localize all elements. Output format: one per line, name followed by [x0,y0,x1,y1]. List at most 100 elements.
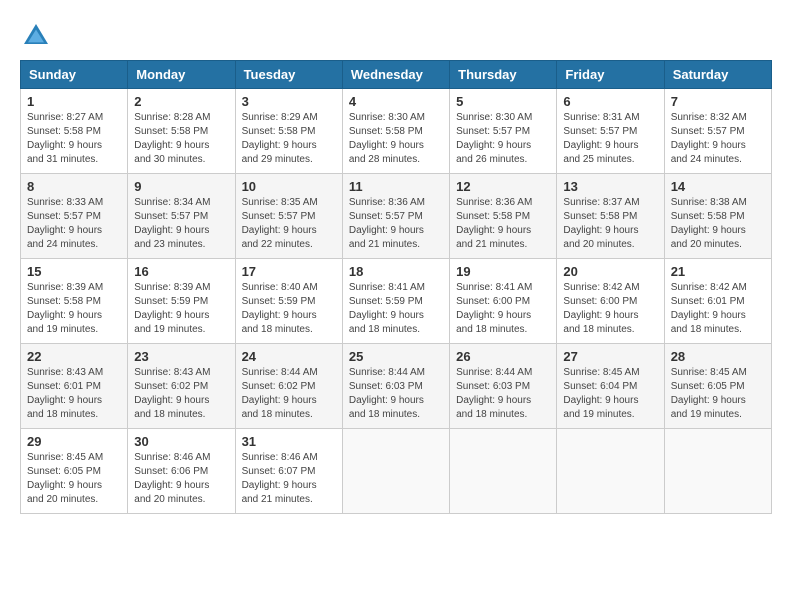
calendar-cell: 21 Sunrise: 8:42 AMSunset: 6:01 PMDaylig… [664,259,771,344]
calendar-header-row: SundayMondayTuesdayWednesdayThursdayFrid… [21,61,772,89]
calendar-cell: 9 Sunrise: 8:34 AMSunset: 5:57 PMDayligh… [128,174,235,259]
day-info: Sunrise: 8:46 AMSunset: 6:06 PMDaylight:… [134,452,210,505]
day-info: Sunrise: 8:44 AMSunset: 6:03 PMDaylight:… [456,367,532,420]
day-number: 27 [563,349,657,364]
column-header-monday: Monday [128,61,235,89]
column-header-friday: Friday [557,61,664,89]
column-header-tuesday: Tuesday [235,61,342,89]
calendar-cell [557,429,664,514]
day-number: 10 [242,179,336,194]
day-number: 3 [242,94,336,109]
calendar-week-row: 15 Sunrise: 8:39 AMSunset: 5:58 PMDaylig… [21,259,772,344]
calendar-cell [664,429,771,514]
day-info: Sunrise: 8:41 AMSunset: 5:59 PMDaylight:… [349,282,425,335]
day-info: Sunrise: 8:45 AMSunset: 6:04 PMDaylight:… [563,367,639,420]
day-number: 21 [671,264,765,279]
day-number: 5 [456,94,550,109]
day-info: Sunrise: 8:39 AMSunset: 5:58 PMDaylight:… [27,282,103,335]
day-number: 12 [456,179,550,194]
day-number: 9 [134,179,228,194]
day-info: Sunrise: 8:33 AMSunset: 5:57 PMDaylight:… [27,197,103,250]
day-info: Sunrise: 8:43 AMSunset: 6:01 PMDaylight:… [27,367,103,420]
calendar-cell: 7 Sunrise: 8:32 AMSunset: 5:57 PMDayligh… [664,89,771,174]
day-number: 15 [27,264,121,279]
day-number: 22 [27,349,121,364]
day-number: 28 [671,349,765,364]
column-header-wednesday: Wednesday [342,61,449,89]
calendar-cell: 22 Sunrise: 8:43 AMSunset: 6:01 PMDaylig… [21,344,128,429]
day-info: Sunrise: 8:44 AMSunset: 6:03 PMDaylight:… [349,367,425,420]
day-info: Sunrise: 8:30 AMSunset: 5:58 PMDaylight:… [349,112,425,165]
calendar-cell: 10 Sunrise: 8:35 AMSunset: 5:57 PMDaylig… [235,174,342,259]
day-info: Sunrise: 8:42 AMSunset: 6:01 PMDaylight:… [671,282,747,335]
calendar-cell [342,429,449,514]
day-info: Sunrise: 8:27 AMSunset: 5:58 PMDaylight:… [27,112,103,165]
calendar-cell: 15 Sunrise: 8:39 AMSunset: 5:58 PMDaylig… [21,259,128,344]
calendar-cell: 17 Sunrise: 8:40 AMSunset: 5:59 PMDaylig… [235,259,342,344]
day-info: Sunrise: 8:40 AMSunset: 5:59 PMDaylight:… [242,282,318,335]
day-info: Sunrise: 8:38 AMSunset: 5:58 PMDaylight:… [671,197,747,250]
calendar-week-row: 8 Sunrise: 8:33 AMSunset: 5:57 PMDayligh… [21,174,772,259]
calendar-cell: 26 Sunrise: 8:44 AMSunset: 6:03 PMDaylig… [450,344,557,429]
calendar-cell: 14 Sunrise: 8:38 AMSunset: 5:58 PMDaylig… [664,174,771,259]
calendar-cell [450,429,557,514]
day-info: Sunrise: 8:31 AMSunset: 5:57 PMDaylight:… [563,112,639,165]
day-info: Sunrise: 8:42 AMSunset: 6:00 PMDaylight:… [563,282,639,335]
calendar-cell: 4 Sunrise: 8:30 AMSunset: 5:58 PMDayligh… [342,89,449,174]
day-number: 17 [242,264,336,279]
calendar-cell: 12 Sunrise: 8:36 AMSunset: 5:58 PMDaylig… [450,174,557,259]
day-info: Sunrise: 8:34 AMSunset: 5:57 PMDaylight:… [134,197,210,250]
calendar-cell: 18 Sunrise: 8:41 AMSunset: 5:59 PMDaylig… [342,259,449,344]
calendar-cell: 13 Sunrise: 8:37 AMSunset: 5:58 PMDaylig… [557,174,664,259]
day-number: 6 [563,94,657,109]
day-info: Sunrise: 8:46 AMSunset: 6:07 PMDaylight:… [242,452,318,505]
day-number: 1 [27,94,121,109]
calendar-cell: 16 Sunrise: 8:39 AMSunset: 5:59 PMDaylig… [128,259,235,344]
day-number: 19 [456,264,550,279]
day-info: Sunrise: 8:37 AMSunset: 5:58 PMDaylight:… [563,197,639,250]
calendar-cell: 20 Sunrise: 8:42 AMSunset: 6:00 PMDaylig… [557,259,664,344]
calendar-cell: 27 Sunrise: 8:45 AMSunset: 6:04 PMDaylig… [557,344,664,429]
day-info: Sunrise: 8:32 AMSunset: 5:57 PMDaylight:… [671,112,747,165]
logo [20,20,56,52]
logo-icon [20,20,52,52]
header [20,20,772,52]
calendar-cell: 1 Sunrise: 8:27 AMSunset: 5:58 PMDayligh… [21,89,128,174]
day-number: 23 [134,349,228,364]
day-number: 29 [27,434,121,449]
calendar-cell: 24 Sunrise: 8:44 AMSunset: 6:02 PMDaylig… [235,344,342,429]
day-number: 20 [563,264,657,279]
calendar-cell: 28 Sunrise: 8:45 AMSunset: 6:05 PMDaylig… [664,344,771,429]
day-info: Sunrise: 8:36 AMSunset: 5:58 PMDaylight:… [456,197,532,250]
day-number: 24 [242,349,336,364]
day-info: Sunrise: 8:39 AMSunset: 5:59 PMDaylight:… [134,282,210,335]
calendar-cell: 5 Sunrise: 8:30 AMSunset: 5:57 PMDayligh… [450,89,557,174]
day-info: Sunrise: 8:44 AMSunset: 6:02 PMDaylight:… [242,367,318,420]
day-number: 2 [134,94,228,109]
column-header-thursday: Thursday [450,61,557,89]
day-number: 4 [349,94,443,109]
day-info: Sunrise: 8:45 AMSunset: 6:05 PMDaylight:… [671,367,747,420]
day-number: 31 [242,434,336,449]
day-number: 13 [563,179,657,194]
day-number: 18 [349,264,443,279]
day-number: 25 [349,349,443,364]
calendar-cell: 8 Sunrise: 8:33 AMSunset: 5:57 PMDayligh… [21,174,128,259]
calendar-cell: 11 Sunrise: 8:36 AMSunset: 5:57 PMDaylig… [342,174,449,259]
calendar-cell: 25 Sunrise: 8:44 AMSunset: 6:03 PMDaylig… [342,344,449,429]
day-number: 7 [671,94,765,109]
day-number: 14 [671,179,765,194]
calendar-cell: 2 Sunrise: 8:28 AMSunset: 5:58 PMDayligh… [128,89,235,174]
calendar-cell: 23 Sunrise: 8:43 AMSunset: 6:02 PMDaylig… [128,344,235,429]
day-number: 16 [134,264,228,279]
day-info: Sunrise: 8:29 AMSunset: 5:58 PMDaylight:… [242,112,318,165]
calendar-cell: 31 Sunrise: 8:46 AMSunset: 6:07 PMDaylig… [235,429,342,514]
calendar-cell: 6 Sunrise: 8:31 AMSunset: 5:57 PMDayligh… [557,89,664,174]
day-number: 11 [349,179,443,194]
calendar-table: SundayMondayTuesdayWednesdayThursdayFrid… [20,60,772,514]
day-info: Sunrise: 8:41 AMSunset: 6:00 PMDaylight:… [456,282,532,335]
calendar-week-row: 22 Sunrise: 8:43 AMSunset: 6:01 PMDaylig… [21,344,772,429]
column-header-saturday: Saturday [664,61,771,89]
day-info: Sunrise: 8:36 AMSunset: 5:57 PMDaylight:… [349,197,425,250]
day-info: Sunrise: 8:28 AMSunset: 5:58 PMDaylight:… [134,112,210,165]
